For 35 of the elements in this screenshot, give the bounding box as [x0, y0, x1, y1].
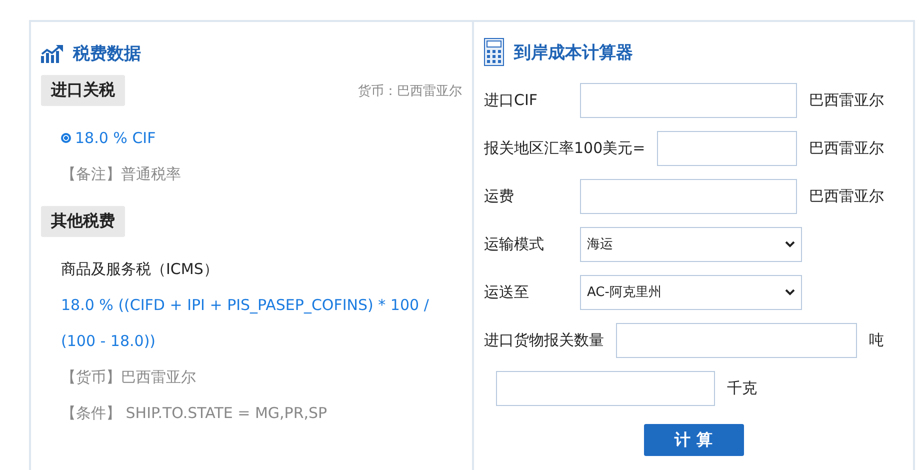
unit-label: 吨 [869, 330, 884, 350]
chevron-down-icon [785, 240, 795, 248]
field-label: 运输模式 [484, 234, 545, 254]
currency-note: 货币：巴西雷亚尔 [358, 82, 462, 100]
note-text: 【条件】 SHIP.TO.STATE = MG,PR,SP [61, 403, 328, 424]
unit-label: 巴西雷亚尔 [809, 186, 884, 206]
input-field[interactable] [580, 82, 797, 118]
note-text: 【备注】普通税率 [61, 164, 182, 185]
panel-title: 到岸成本计算器 [514, 42, 633, 64]
field-label: 进口货物报关数量 [484, 330, 604, 350]
unit-label: 千克 [727, 378, 757, 398]
calculate-button[interactable]: 计 算 [644, 424, 744, 456]
section-heading: 进口关税 [41, 75, 125, 106]
note-text: 【货币】巴西雷亚尔 [61, 367, 197, 388]
radio-button[interactable] [61, 133, 71, 143]
dropdown[interactable]: 海运 [580, 226, 802, 262]
field-label: 报关地区汇率100美元= [484, 138, 646, 158]
chart-icon [41, 44, 63, 62]
field-label: 进口CIF [484, 90, 539, 110]
input-field[interactable] [616, 322, 857, 358]
unit-label: 巴西雷亚尔 [809, 138, 884, 158]
input-field[interactable] [657, 130, 797, 166]
input-field[interactable] [496, 370, 715, 406]
tax-name: 商品及服务税（ICMS） [61, 259, 220, 280]
formula-text: 18.0 % ((CIFD + IPI + PIS_PASEP_COFINS) * 100 / (100 - 18.0)) [61, 295, 430, 352]
input-field[interactable] [580, 178, 797, 214]
panel-title: 税费数据 [73, 43, 141, 65]
unit-label: 巴西雷亚尔 [809, 90, 884, 110]
rate-text: 18.0 % CIF [75, 128, 156, 149]
calculator-icon [484, 38, 504, 66]
field-label: 运费 [484, 186, 515, 206]
chevron-down-icon [785, 288, 795, 296]
dropdown[interactable]: AC-阿克里州 [580, 274, 802, 310]
section-heading: 其他税费 [41, 206, 125, 237]
field-label: 运送至 [484, 282, 530, 302]
